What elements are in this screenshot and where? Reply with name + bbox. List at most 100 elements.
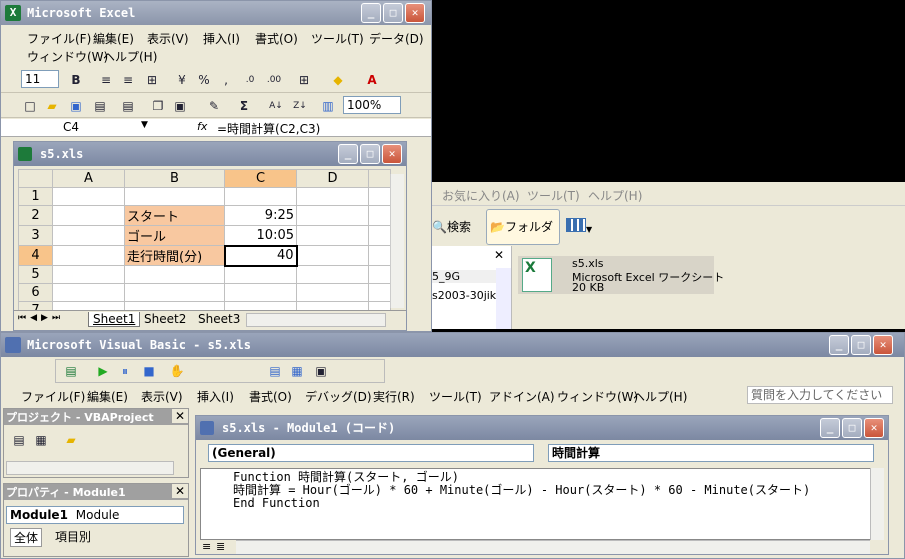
permission-icon[interactable]: ▤ [91,97,109,115]
vbe-menu-insert[interactable]: 挿入(I) [197,388,234,405]
code-editor[interactable]: Function 時間計算(スタート, ゴール) 時間計算 = Hour(ゴール… [200,468,874,540]
vbe-menu-debug[interactable]: デバッグ(D) [305,388,372,405]
tab-alphabetic[interactable]: 全体 [10,528,43,547]
menu-data[interactable]: データ(D) [369,30,424,47]
cell[interactable] [52,245,125,266]
name-box[interactable]: C4 [63,120,79,134]
cell-c3[interactable]: 10:05 [224,225,297,246]
row-header[interactable]: 3 [18,225,53,246]
object-select[interactable]: Module1 Module [6,506,184,524]
paste-icon[interactable]: ▣ [171,97,189,115]
currency-icon[interactable]: ¥ [173,71,191,89]
project-close-icon[interactable]: ✕ [172,409,188,423]
vbe-menu-run[interactable]: 実行(R) [373,388,415,405]
chevron-down-icon[interactable]: ▼ [141,120,148,130]
properties-icon[interactable]: ▦ [288,362,306,380]
vbe-menu-help[interactable]: ヘルプ(H) [633,388,687,405]
format-painter-icon[interactable]: ✎ [205,97,223,115]
object-combo[interactable]: (General) [208,444,534,462]
explorer-menu-tools[interactable]: ツール(T) [527,187,580,204]
view-code-icon[interactable]: ▤ [10,431,28,449]
explorer-menu-favorites[interactable]: お気に入り(A) [442,187,520,204]
maximize-button[interactable]: □ [383,3,403,23]
workbook-close-button[interactable]: ✕ [382,144,402,164]
row-header[interactable]: 4 [18,245,53,266]
align-center-icon[interactable]: ≡ [119,71,137,89]
vbe-menu-window[interactable]: ウィンドウ(W) [557,388,638,405]
decrease-decimal-icon[interactable]: .00 [265,71,283,89]
row-header[interactable]: 2 [18,205,53,226]
tab-sheet2[interactable]: Sheet2 [140,312,190,326]
file-item[interactable]: X s5.xls Microsoft Excel ワークシート 20 KB [518,256,724,294]
sort-descending-icon[interactable]: Z↓ [291,97,309,115]
cell[interactable] [52,187,125,206]
merge-center-icon[interactable]: ⊞ [143,71,161,89]
menu-insert[interactable]: 挿入(I) [203,30,240,47]
bold-icon[interactable]: B [67,71,85,89]
vbe-menu-edit[interactable]: 編集(E) [87,388,128,405]
cell-c1[interactable] [224,187,297,206]
sort-ascending-icon[interactable]: A↓ [267,97,285,115]
horizontal-scrollbar[interactable] [246,313,386,327]
copy-icon[interactable]: ❐ [149,97,167,115]
menu-edit[interactable]: 編集(E) [93,30,134,47]
vbe-maximize-button[interactable]: □ [851,335,871,355]
procedure-view-icon[interactable]: ≡ [202,540,211,553]
vbe-close-button[interactable]: ✕ [873,335,893,355]
view-object-icon[interactable]: ▦ [32,431,50,449]
explorer-menu-help[interactable]: ヘルプ(H) [588,187,642,204]
close-icon[interactable]: ✕ [494,248,504,262]
tab-categorized[interactable]: 項目別 [52,528,94,545]
borders-icon[interactable]: ⊞ [295,71,313,89]
tab-sheet3[interactable]: Sheet3 [194,312,244,326]
reset-icon[interactable]: ■ [140,362,158,380]
cell-b4[interactable]: 走行時間(分) [124,245,225,266]
vbe-menu-format[interactable]: 書式(O) [249,388,292,405]
row-header[interactable]: 5 [18,265,53,284]
column-header[interactable]: A [52,169,125,188]
increase-decimal-icon[interactable]: .0 [241,71,259,89]
views-button[interactable]: ▼ [566,218,598,238]
cell-b3[interactable]: ゴール [124,225,225,246]
percent-icon[interactable]: % [195,71,213,89]
cell-b2[interactable]: スタート [124,205,225,226]
column-header[interactable]: D [296,169,369,188]
font-color-icon[interactable]: A [363,71,381,89]
new-icon[interactable]: □ [21,97,39,115]
vbe-menu-file[interactable]: ファイル(F) [21,388,85,405]
menu-tools[interactable]: ツール(T) [311,30,364,47]
workbook-restore-button[interactable]: □ [360,144,380,164]
tab-sheet1[interactable]: Sheet1 [88,312,141,327]
vbe-menu-tools[interactable]: ツール(T) [429,388,482,405]
vertical-scrollbar[interactable] [390,174,404,308]
cell[interactable] [52,205,125,226]
object-browser-icon[interactable]: ▣ [312,362,330,380]
fill-color-icon[interactable]: ◆ [329,71,347,89]
full-module-view-icon[interactable]: ≣ [216,540,225,553]
fx-icon[interactable]: fx [197,120,207,133]
row-header[interactable]: 1 [18,187,53,206]
vbe-menu-addins[interactable]: アドイン(A) [489,388,555,405]
code-minimize-button[interactable]: _ [820,418,840,438]
code-maximize-button[interactable]: □ [842,418,862,438]
code-hscrollbar[interactable] [236,540,870,554]
spreadsheet-grid[interactable]: A B C D 1 2 スタート 9:25 3 ゴール 10:05 4 走行時間(分) 40… [18,169,391,320]
corner-cell[interactable] [18,169,53,188]
column-header[interactable]: B [124,169,225,188]
font-size-select[interactable]: 11 [21,70,59,88]
view-excel-icon[interactable]: ▤ [62,362,80,380]
folder-button[interactable]: 📂フォルダ [486,209,560,245]
row-header[interactable]: 6 [18,283,53,302]
help-question-input[interactable]: 質問を入力してください [747,386,893,404]
formula-input[interactable]: =時間計算(C2,C3) [217,120,320,137]
search-button[interactable]: 🔍検索 [432,212,484,242]
column-header[interactable]: C [224,169,297,188]
chart-wizard-icon[interactable]: ▥ [319,97,337,115]
tab-nav-icons[interactable]: ⏮◀▶⏭ [18,313,64,323]
project-hscrollbar[interactable] [6,461,174,475]
cell-c4-active[interactable]: 40 [223,244,298,267]
pause-icon[interactable]: ⏸ [116,362,134,380]
print-icon[interactable]: ▤ [119,97,137,115]
cell[interactable] [52,225,125,246]
toggle-folders-icon[interactable]: ▰ [62,431,80,449]
